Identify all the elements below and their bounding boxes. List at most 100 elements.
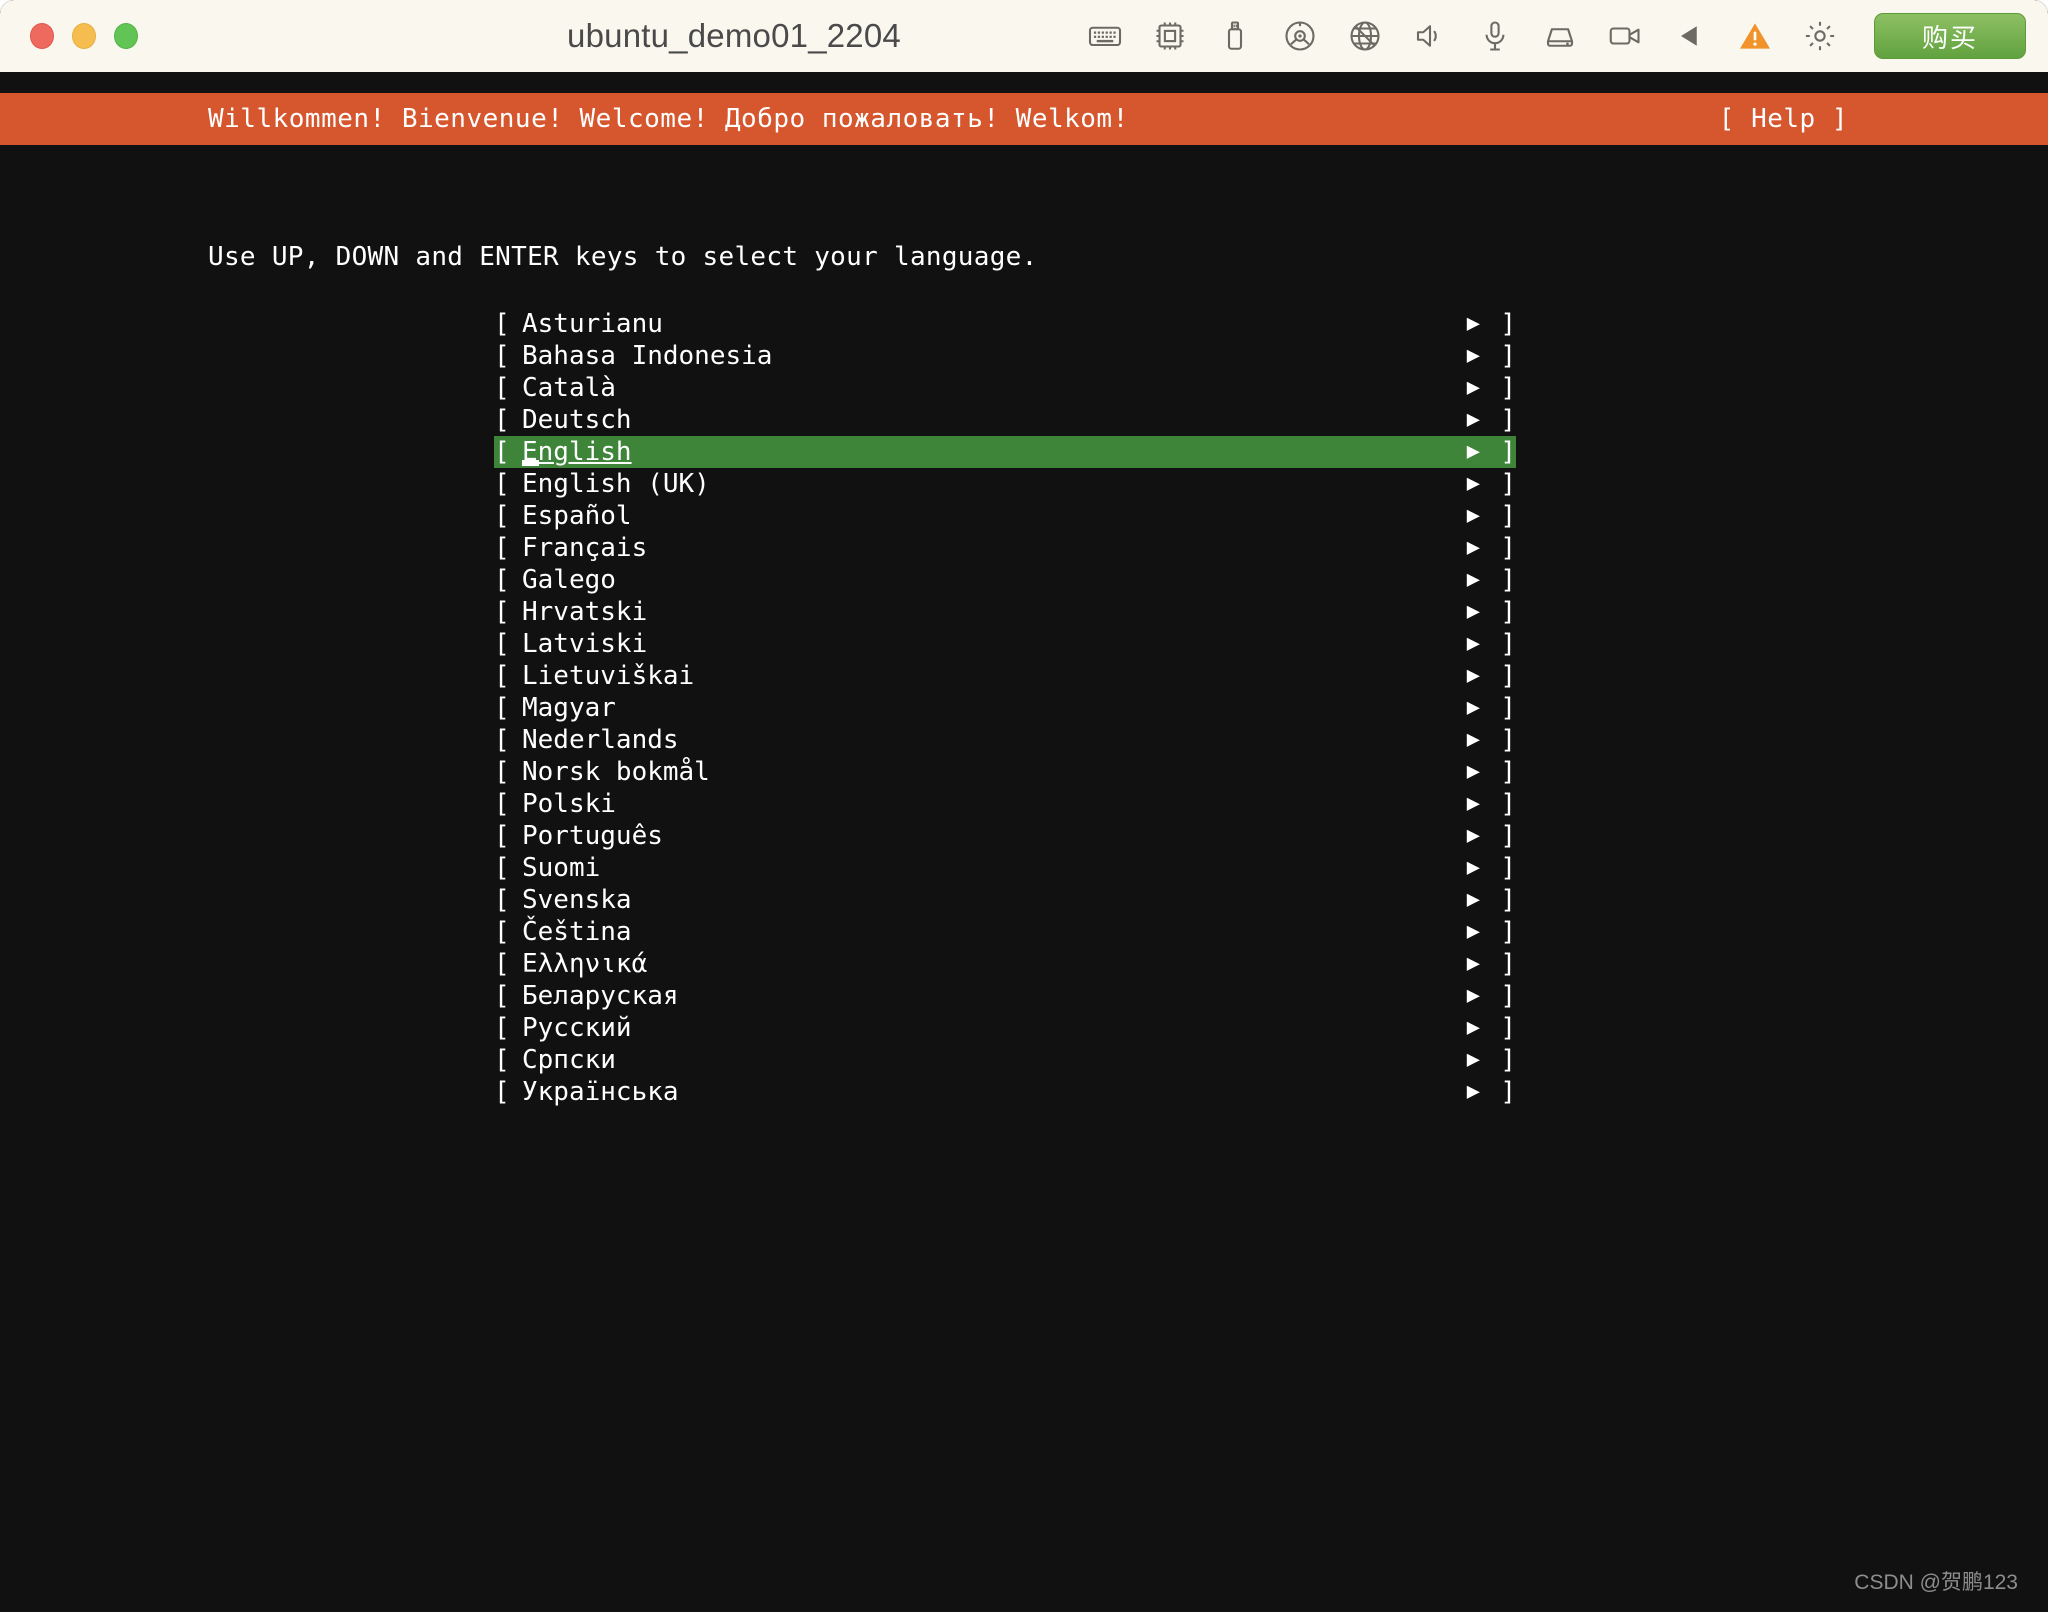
language-option-label: Українська (522, 1076, 679, 1108)
submenu-arrow-icon: ▶ (1467, 724, 1480, 756)
language-option[interactable]: [Српски▶] (494, 1044, 1516, 1076)
language-option[interactable]: [Suomi▶] (494, 852, 1516, 884)
language-option-label: Bahasa Indonesia (522, 340, 772, 372)
bracket-open: [ (494, 596, 510, 628)
language-list: [Asturianu▶][Bahasa Indonesia▶][Català▶]… (494, 308, 1516, 1108)
watermark: CSDN @贺鹏123 (1854, 1566, 2018, 1596)
language-option[interactable]: [Català▶] (494, 372, 1516, 404)
close-window-button[interactable] (30, 23, 54, 49)
bracket-close: ] (1500, 660, 1516, 692)
minimize-window-button[interactable] (72, 23, 96, 49)
usb-drive-icon[interactable] (1216, 17, 1254, 55)
language-option[interactable]: [Português▶] (494, 820, 1516, 852)
microphone-icon[interactable] (1476, 17, 1514, 55)
language-option[interactable]: [Norsk bokmål▶] (494, 756, 1516, 788)
bracket-open: [ (494, 308, 510, 340)
language-option[interactable]: [Lietuviškai▶] (494, 660, 1516, 692)
bracket-close: ] (1500, 468, 1516, 500)
submenu-arrow-icon: ▶ (1467, 596, 1480, 628)
bracket-open: [ (494, 468, 510, 500)
optical-disc-icon[interactable] (1281, 17, 1319, 55)
language-option[interactable]: [Беларуская▶] (494, 980, 1516, 1012)
language-option-label: Norsk bokmål (522, 756, 710, 788)
submenu-arrow-icon: ▶ (1467, 340, 1480, 372)
language-option-label: Português (522, 820, 663, 852)
bracket-close: ] (1500, 372, 1516, 404)
language-option[interactable]: [Bahasa Indonesia▶] (494, 340, 1516, 372)
language-option[interactable]: [Polski▶] (494, 788, 1516, 820)
bracket-open: [ (494, 1044, 510, 1076)
vm-window: ubuntu_demo01_2204 (0, 0, 2048, 1612)
bracket-open: [ (494, 1076, 510, 1108)
language-option-label: Nederlands (522, 724, 679, 756)
bracket-open: [ (494, 788, 510, 820)
language-option[interactable]: [English▶] (494, 436, 1516, 468)
settings-gear-icon[interactable] (1801, 17, 1839, 55)
language-option-label: Suomi (522, 852, 600, 884)
submenu-arrow-icon: ▶ (1467, 660, 1480, 692)
bracket-close: ] (1500, 820, 1516, 852)
bracket-open: [ (494, 372, 510, 404)
bracket-close: ] (1500, 852, 1516, 884)
submenu-arrow-icon: ▶ (1467, 564, 1480, 596)
language-option[interactable]: [ English (UK) ▶] (494, 468, 1516, 500)
submenu-arrow-icon: ▶ (1467, 468, 1480, 500)
keyboard-icon[interactable] (1086, 17, 1124, 55)
hard-disk-icon[interactable] (1541, 17, 1579, 55)
bracket-close: ] (1500, 500, 1516, 532)
language-option-label: Беларуская (522, 980, 679, 1012)
language-option[interactable]: [Hrvatski▶] (494, 596, 1516, 628)
language-option[interactable]: [Українська▶] (494, 1076, 1516, 1108)
help-button[interactable]: [ Help ] (1719, 93, 1848, 145)
bracket-open: [ (494, 628, 510, 660)
language-option[interactable]: [Magyar▶] (494, 692, 1516, 724)
bracket-close: ] (1500, 596, 1516, 628)
bracket-open: [ (494, 1012, 510, 1044)
submenu-arrow-icon: ▶ (1467, 628, 1480, 660)
language-option[interactable]: [Français▶] (494, 532, 1516, 564)
buy-button[interactable]: 购买 (1874, 13, 2026, 59)
language-option[interactable]: [Ελληνικά▶] (494, 948, 1516, 980)
language-option[interactable]: [Nederlands▶] (494, 724, 1516, 756)
bracket-open: [ (494, 916, 510, 948)
video-camera-icon[interactable] (1606, 17, 1644, 55)
language-option-label: Galego (522, 564, 616, 596)
warning-triangle-icon[interactable] (1736, 17, 1774, 55)
bracket-close: ] (1500, 532, 1516, 564)
language-option-label: Ελληνικά (522, 948, 647, 980)
language-option[interactable]: [Čeština▶] (494, 916, 1516, 948)
play-triangle-icon[interactable] (1671, 17, 1709, 55)
instruction-text: Use UP, DOWN and ENTER keys to select yo… (208, 242, 1038, 272)
language-option[interactable]: [Svenska▶] (494, 884, 1516, 916)
language-option[interactable]: [Русский▶] (494, 1012, 1516, 1044)
language-option[interactable]: [Deutsch▶] (494, 404, 1516, 436)
language-option[interactable]: [Latviski▶] (494, 628, 1516, 660)
language-option-label: English (UK) (522, 468, 710, 500)
language-option-label: Latviski (522, 628, 647, 660)
maximize-window-button[interactable] (114, 23, 138, 49)
language-option-label: Español (522, 500, 632, 532)
submenu-arrow-icon: ▶ (1467, 372, 1480, 404)
speaker-icon[interactable] (1411, 17, 1449, 55)
submenu-arrow-icon: ▶ (1467, 916, 1480, 948)
language-option[interactable]: [Español▶] (494, 500, 1516, 532)
vm-toolbar: 购买 (1086, 13, 2026, 59)
language-option[interactable]: [Galego▶] (494, 564, 1516, 596)
cpu-chip-icon[interactable] (1151, 17, 1189, 55)
language-option-label: Deutsch (522, 404, 632, 436)
welcome-banner-text: Willkommen! Bienvenue! Welcome! Добро по… (208, 104, 1129, 134)
language-option[interactable]: [Asturianu▶] (494, 308, 1516, 340)
bracket-open: [ (494, 820, 510, 852)
window-titlebar: ubuntu_demo01_2204 (0, 0, 2048, 72)
bracket-open: [ (494, 884, 510, 916)
bracket-close: ] (1500, 404, 1516, 436)
submenu-arrow-icon: ▶ (1467, 884, 1480, 916)
bracket-close: ] (1500, 884, 1516, 916)
network-globe-icon[interactable] (1346, 17, 1384, 55)
submenu-arrow-icon: ▶ (1467, 1012, 1480, 1044)
language-option-label: Polski (522, 788, 616, 820)
bracket-close: ] (1500, 692, 1516, 724)
submenu-arrow-icon: ▶ (1467, 980, 1480, 1012)
bracket-open: [ (494, 980, 510, 1012)
bracket-close: ] (1500, 916, 1516, 948)
